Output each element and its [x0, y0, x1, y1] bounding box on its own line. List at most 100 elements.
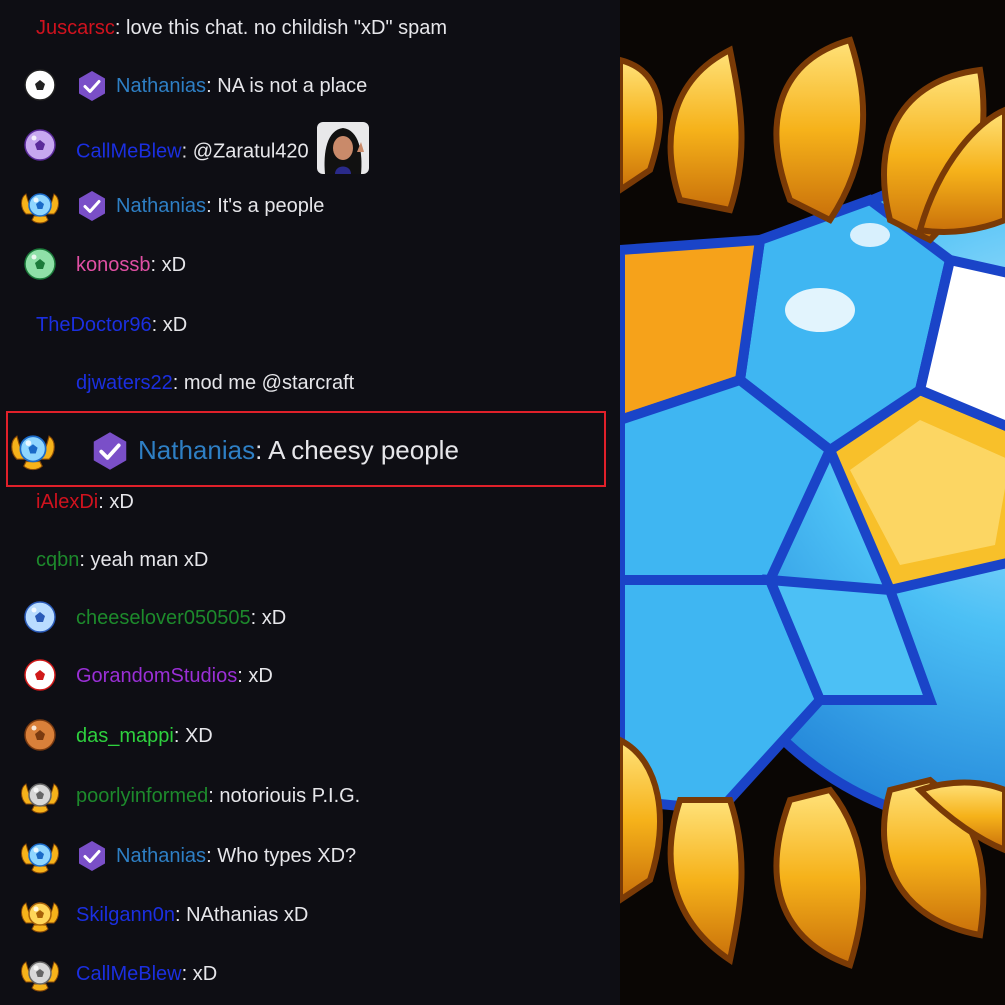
message-text: xD [192, 963, 218, 985]
message-text: notoriouis P.I.G. [219, 785, 361, 807]
message-line: Nathanias: NA is not a place [116, 66, 367, 106]
username-link[interactable]: cheeselover050505 [76, 607, 251, 629]
username-separator: : [79, 549, 91, 571]
ball-blue-badge-icon[interactable] [20, 598, 60, 638]
username-separator: : [150, 254, 162, 276]
ball-green-badge-icon[interactable] [20, 245, 60, 285]
username-separator: : [181, 963, 193, 985]
ball-silver-wings-badge-icon[interactable] [20, 776, 60, 816]
chat-message-das-mappi: das_mappi: XD [0, 716, 610, 756]
ball-blue-wings-badge-icon[interactable] [20, 186, 60, 226]
chat-message-poorlyinformed: poorlyinformed: notoriouis P.I.G. [0, 776, 610, 816]
username-separator: : [174, 904, 187, 926]
ball-blue-wings-badge-icon[interactable] [20, 836, 60, 876]
username-separator: : [206, 195, 218, 217]
username-link[interactable]: das_mappi [76, 725, 174, 747]
ball-bronze-badge-icon[interactable] [20, 716, 60, 756]
message-line: GorandomStudios: xD [76, 656, 273, 696]
soccer-ball-art-icon [620, 0, 1005, 1005]
message-text: love this chat. no childish "xD" spam [126, 17, 448, 39]
chat-message-thedoctor96: TheDoctor96: xD [0, 305, 610, 345]
message-text: A cheesy people [268, 435, 459, 465]
message-text: yeah man xD [90, 549, 209, 571]
verified-badge-icon[interactable] [76, 190, 108, 222]
message-line: cheeselover050505: xD [76, 598, 286, 638]
ball-gold-wings-badge-icon[interactable] [20, 895, 60, 935]
chat-message-nathanias: Nathanias: It's a people [0, 186, 610, 226]
username-link[interactable]: iAlexDi [36, 491, 98, 513]
username-link[interactable]: Skilgann0n [76, 904, 175, 926]
username-separator: : [98, 491, 110, 513]
chat-message-ialexdi: iAlexDi: xD [0, 482, 610, 522]
message-text: Who types XD? [217, 845, 357, 867]
ball-blue-wings-badge-icon[interactable] [10, 427, 56, 473]
username-link[interactable]: GorandomStudios [76, 665, 237, 687]
username-separator: : [237, 665, 249, 687]
username-separator: : [208, 785, 220, 807]
waving-person-emote [316, 122, 369, 174]
highlighted-message: Nathanias: A cheesy people [6, 411, 606, 487]
chat-message-konossb: konossb: xD [0, 245, 610, 285]
username-link[interactable]: CallMeBlew [76, 140, 182, 162]
chat-message-callmeblew: CallMeBlew: xD [0, 954, 610, 994]
message-text: xD [162, 314, 188, 336]
username-link[interactable]: CallMeBlew [76, 963, 182, 985]
chat-message-djwaters22: djwaters22: mod me @starcraft [0, 363, 610, 403]
message-text: xD [248, 665, 273, 687]
username-separator: : [206, 845, 218, 867]
verified-badge-icon[interactable] [76, 70, 108, 102]
username-link[interactable]: Nathanias [138, 435, 255, 465]
username-link[interactable]: cqbn [36, 549, 79, 571]
username-separator: : [114, 17, 127, 39]
message-text: NAthanias xD [186, 904, 309, 926]
message-text: XD [184, 725, 213, 747]
username-link[interactable]: Juscarsc [36, 17, 115, 39]
message-line: Nathanias: It's a people [116, 186, 324, 226]
message-text: xD [109, 491, 134, 513]
ball-white-badge-icon[interactable] [20, 66, 60, 106]
message-line: konossb: xD [76, 245, 186, 285]
chat-message-nathanias: Nathanias: Who types XD? [0, 836, 610, 876]
message-line: Nathanias: A cheesy people [138, 430, 459, 470]
username-link[interactable]: Nathanias [116, 845, 206, 867]
chat-message-callmeblew: CallMeBlew: @Zaratul420 [0, 122, 610, 174]
chat-message-cheeselover050505: cheeselover050505: xD [0, 598, 610, 638]
message-line: Skilgann0n: NAthanias xD [76, 895, 308, 935]
username-separator: : [151, 314, 163, 336]
ball-red-badge-icon[interactable] [20, 656, 60, 696]
message-line: CallMeBlew: @Zaratul420 [76, 122, 369, 174]
ball-silver-wings-badge-icon[interactable] [20, 954, 60, 994]
username-link[interactable]: konossb [76, 254, 151, 276]
username-separator: : [255, 435, 269, 465]
username-separator: : [173, 725, 185, 747]
chat-message-nathanias: Nathanias: A cheesy people [8, 413, 604, 485]
message-line: djwaters22: mod me @starcraft [76, 363, 354, 403]
username-link[interactable]: Nathanias [116, 75, 206, 97]
username-link[interactable]: djwaters22 [76, 372, 173, 394]
message-text: @Zaratul420 [192, 140, 309, 163]
username-link[interactable]: poorlyinformed [76, 785, 208, 807]
message-line: poorlyinformed: notoriouis P.I.G. [76, 776, 360, 816]
username-link[interactable]: TheDoctor96 [36, 314, 152, 336]
message-line: das_mappi: XD [76, 716, 213, 756]
message-line: cqbn: yeah man xD [36, 540, 208, 580]
username-link[interactable]: Nathanias [116, 195, 206, 217]
message-text: xD [161, 254, 187, 276]
chat-message-skilgann0n: Skilgann0n: NAthanias xD [0, 895, 610, 935]
message-line: CallMeBlew: xD [76, 954, 217, 994]
chat-message-nathanias: Nathanias: NA is not a place [0, 66, 610, 106]
message-line: TheDoctor96: xD [36, 305, 187, 345]
soccer-ball-badge-artwork [620, 0, 1005, 1005]
chat-message-juscarsc: Juscarsc: love this chat. no childish "x… [0, 8, 610, 48]
ball-purple-badge-icon[interactable] [20, 126, 60, 166]
message-line: Juscarsc: love this chat. no childish "x… [36, 8, 447, 48]
chat-message-cqbn: cqbn: yeah man xD [0, 540, 610, 580]
username-separator: : [181, 140, 193, 163]
message-text: xD [261, 607, 287, 629]
chat-message-gorandomstudios: GorandomStudios: xD [0, 656, 610, 696]
username-separator: : [172, 372, 184, 394]
message-text: NA is not a place [217, 75, 368, 97]
verified-badge-icon[interactable] [76, 840, 108, 872]
message-line: Nathanias: Who types XD? [116, 836, 356, 876]
verified-badge-icon[interactable] [90, 431, 130, 471]
